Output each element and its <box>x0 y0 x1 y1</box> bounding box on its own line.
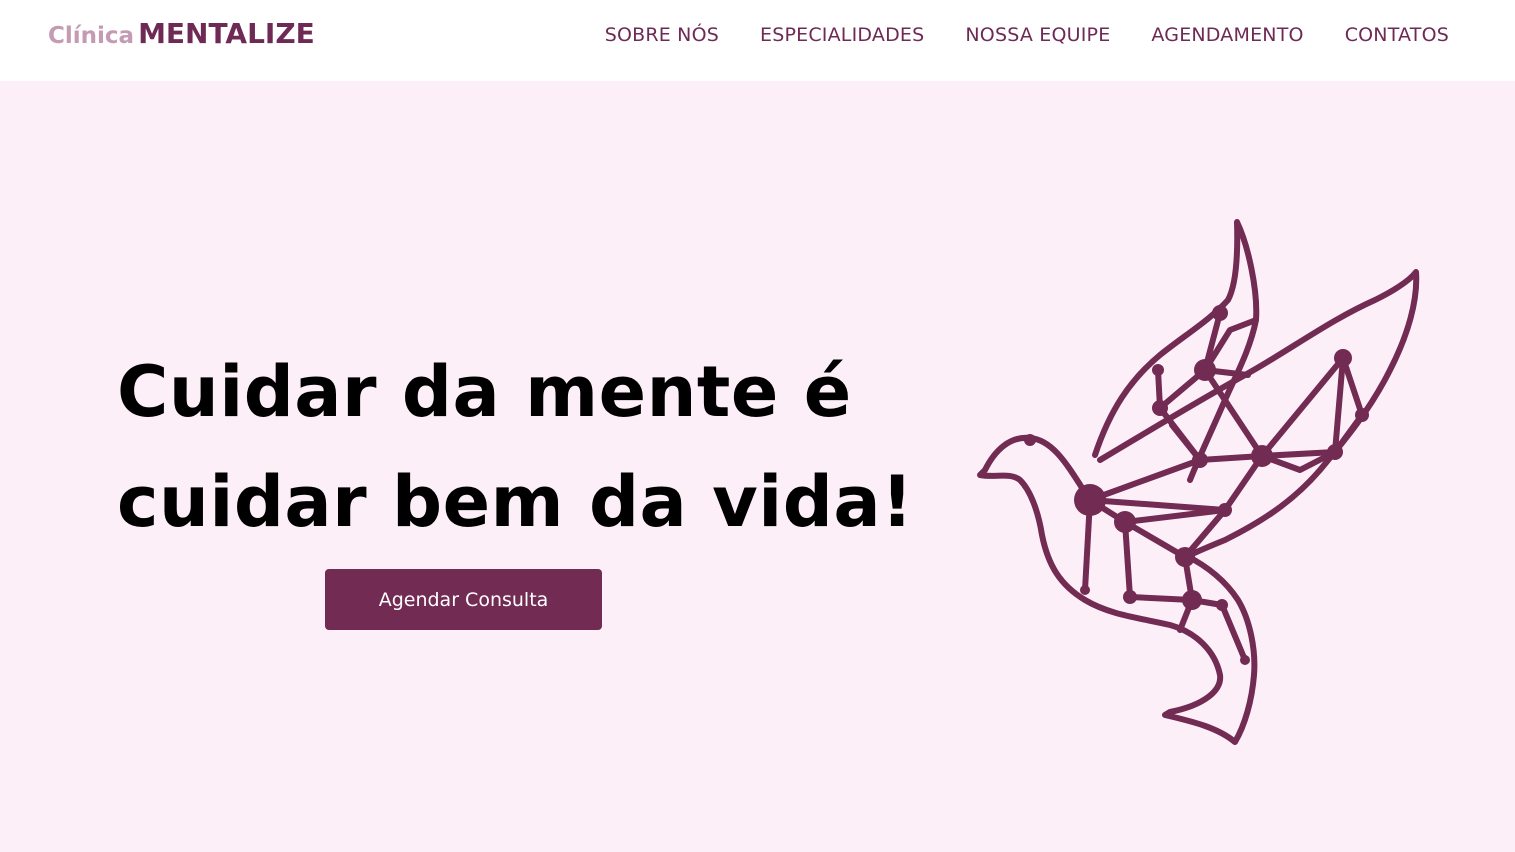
logo-name: MENTALIZE <box>138 17 315 50</box>
nav-nossa-equipe[interactable]: NOSSA EQUIPE <box>965 22 1110 48</box>
nav-sobre-nos[interactable]: SOBRE NÓS <box>605 22 719 48</box>
logo-prefix: Clínica <box>48 23 135 49</box>
nav-agendamento[interactable]: AGENDAMENTO <box>1151 22 1303 48</box>
schedule-appointment-button[interactable]: Agendar Consulta <box>325 569 602 630</box>
site-header: Clínica MENTALIZE SOBRE NÓS ESPECIALIDADE… <box>0 0 1515 81</box>
nav-contatos[interactable]: CONTATOS <box>1345 22 1449 48</box>
hero-headline-line-2: cuidar bem da vida! <box>117 461 914 543</box>
main-nav: SOBRE NÓS ESPECIALIDADES NOSSA EQUIPE AG… <box>605 22 1449 48</box>
hero-headline-line-1: Cuidar da mente é <box>117 351 852 433</box>
hummingbird-icon <box>977 219 1420 745</box>
nav-especialidades[interactable]: ESPECIALIDADES <box>760 22 924 48</box>
hero-headline: Cuidar da mente é cuidar bem da vida! <box>117 337 914 557</box>
logo[interactable]: Clínica MENTALIZE <box>48 14 315 58</box>
hero-section: Cuidar da mente é cuidar bem da vida! Ag… <box>0 81 1515 852</box>
